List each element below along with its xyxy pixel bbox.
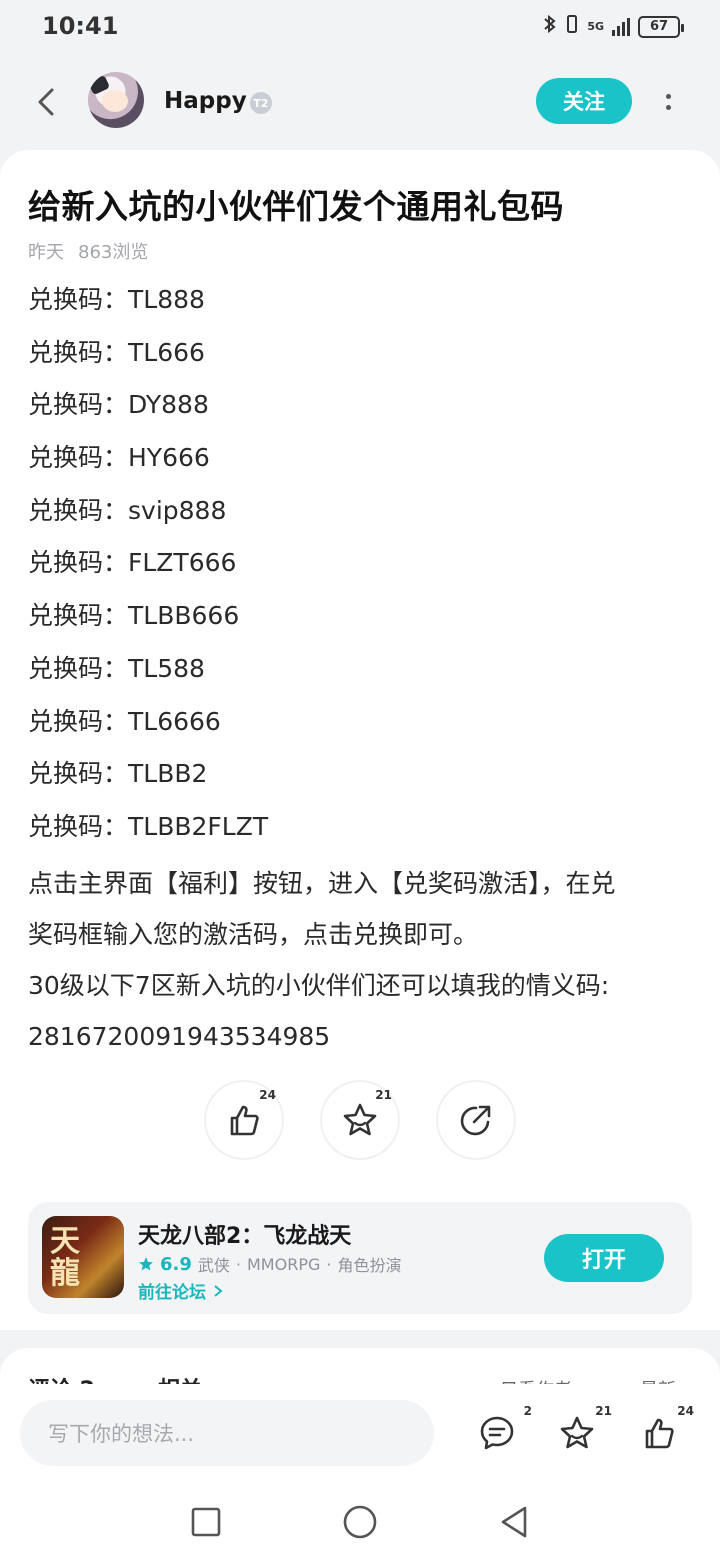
code-line: 兑换码：HY666: [28, 443, 210, 473]
code-line: 兑换码：TLBB666: [28, 601, 240, 631]
back-nav-button[interactable]: [494, 1502, 534, 1542]
home-button[interactable]: [340, 1502, 380, 1542]
comment-icon: [480, 1416, 514, 1450]
tag-separator: ·: [235, 1254, 241, 1274]
favorite-button[interactable]: 21: [320, 1080, 400, 1160]
more-dot-icon: [665, 105, 671, 110]
post-actions: 24 21: [0, 1080, 720, 1162]
level-badge: T2: [250, 92, 272, 114]
code-line: 兑换码：DY888: [28, 390, 209, 420]
vibrate-icon: [565, 14, 579, 39]
comment-count: 2: [523, 1404, 532, 1418]
game-tag: MMORPG: [247, 1254, 321, 1274]
forum-link[interactable]: 前往论坛: [138, 1278, 224, 1303]
battery-level: 67: [649, 19, 669, 34]
like-count: 24: [677, 1404, 694, 1418]
code-line: 兑换码：TL888: [28, 285, 205, 314]
invite-line: 30级以下7区新入坑的小伙伴们还可以填我的情义码:: [28, 970, 610, 1000]
like-count: 24: [259, 1088, 276, 1102]
game-card[interactable]: 天龙八部2：飞龙战天 6.9 武侠 · MMORPG · 角色扮演 前往论坛 打…: [28, 1202, 692, 1314]
game-tag: 武侠: [197, 1256, 230, 1275]
circle-icon: [343, 1505, 377, 1539]
forum-link-label: 前往论坛: [138, 1283, 206, 1303]
open-game-button[interactable]: 打开: [544, 1234, 664, 1282]
status-bar: 10:41 5G 67: [0, 0, 720, 56]
chevron-right-icon: [214, 1285, 223, 1297]
post-meta: 昨天 863浏览: [28, 238, 148, 264]
code-line: 兑换码：FLZT666: [28, 548, 237, 578]
author-name[interactable]: Happy: [164, 88, 247, 114]
code-line: 兑换码：svip888: [28, 495, 227, 525]
post-title: 给新入坑的小伙伴们发个通用礼包码: [28, 187, 564, 226]
battery-icon: 67: [638, 15, 684, 38]
post-date: 昨天: [28, 242, 64, 263]
favorite-count: 21: [595, 1404, 612, 1418]
code-line: 兑换码：TLBB2: [28, 759, 208, 789]
game-icon: [42, 1216, 124, 1298]
instructions-line: 点击主界面【福利】按钮，进入【兑奖码激活】，在兑: [28, 868, 616, 898]
code-line: 兑换码：TL666: [28, 337, 205, 367]
more-dot-icon: [665, 94, 671, 99]
bottom-like-button[interactable]: 24: [634, 1404, 694, 1458]
signal-icon: [612, 17, 630, 36]
bottom-favorite-button[interactable]: 21: [552, 1404, 612, 1458]
thumbs-up-icon: [645, 1418, 674, 1449]
follow-button[interactable]: 关注: [536, 78, 632, 124]
rating-star-icon: [139, 1257, 153, 1271]
game-rating: 6.9: [160, 1253, 192, 1275]
code-line: 兑换码：TL588: [28, 653, 205, 683]
network-type: 5G: [587, 19, 604, 33]
more-options-button[interactable]: [656, 84, 680, 120]
system-nav-bar: [0, 1484, 720, 1560]
status-icons: 5G 67: [543, 14, 684, 39]
star-icon: [343, 1103, 377, 1136]
comment-input[interactable]: 写下你的想法...: [20, 1400, 434, 1466]
triangle-back-icon: [501, 1506, 527, 1538]
square-icon: [191, 1507, 221, 1537]
post-body: 兑换码：TL888 兑换码：TL666 兑换码：DY888 兑换码：HY666 …: [28, 278, 692, 1062]
post-views: 863浏览: [78, 242, 149, 263]
share-icon: [460, 1105, 491, 1136]
code-line: 兑换码：TLBB2FLZT: [28, 811, 269, 841]
favorite-count: 21: [375, 1088, 392, 1102]
invite-code: 2816720091943534985: [28, 1021, 331, 1051]
recents-button[interactable]: [186, 1502, 226, 1542]
author-avatar[interactable]: [88, 72, 144, 128]
chevron-left-icon: [38, 88, 54, 116]
tag-separator: ·: [326, 1254, 332, 1274]
comments-button[interactable]: 2: [472, 1404, 532, 1458]
back-button[interactable]: [28, 82, 68, 122]
thumbs-up-icon: [230, 1105, 259, 1136]
status-time: 10:41: [42, 12, 119, 40]
bluetooth-icon: [543, 14, 557, 39]
star-icon: [560, 1416, 594, 1449]
post-header: Happy T2 关注: [0, 70, 720, 134]
share-button[interactable]: [436, 1080, 516, 1160]
post-card: 给新入坑的小伙伴们发个通用礼包码 昨天 863浏览 兑换码：TL888 兑换码：T…: [0, 150, 720, 1330]
game-info: 6.9 武侠 · MMORPG · 角色扮演: [138, 1252, 401, 1276]
instructions-line: 奖码框输入您的激活码，点击兑换即可。: [28, 919, 479, 949]
game-tag: 角色扮演: [337, 1256, 402, 1275]
code-line: 兑换码：TL6666: [28, 706, 221, 736]
game-name: 天龙八部2：飞龙战天: [138, 1224, 352, 1249]
bottom-comment-bar: 写下你的想法... 2 21 24: [0, 1384, 720, 1484]
like-button[interactable]: 24: [204, 1080, 284, 1160]
